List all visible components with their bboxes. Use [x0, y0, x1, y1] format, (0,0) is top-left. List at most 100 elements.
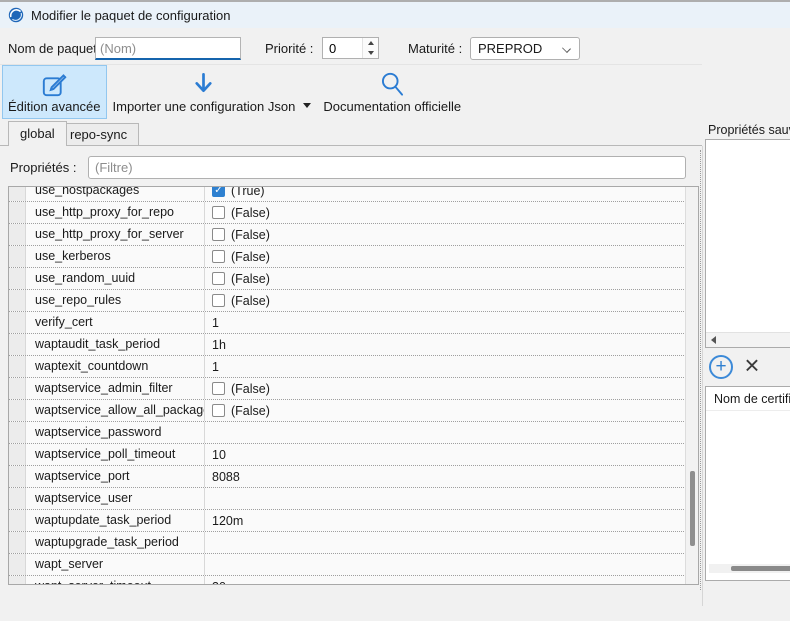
property-value-cell[interactable]: [205, 554, 698, 575]
certificate-list[interactable]: Nom de certificat: [705, 386, 790, 581]
property-row[interactable]: use_hostpackages✓(True): [9, 186, 698, 202]
maturity-value: PREPROD: [478, 41, 542, 56]
priority-down-button[interactable]: [363, 48, 378, 58]
property-value: (False): [231, 272, 270, 286]
property-value-cell[interactable]: 10: [205, 444, 698, 465]
property-value-cell[interactable]: (False): [205, 246, 698, 267]
documentation-label: Documentation officielle: [323, 99, 461, 114]
property-row[interactable]: waptservice_password: [9, 422, 698, 444]
checkbox-unchecked-icon[interactable]: [212, 272, 225, 285]
delete-certificate-button[interactable]: ×: [741, 352, 763, 378]
property-value: 120m: [212, 514, 243, 528]
property-value: 30: [212, 580, 226, 586]
checkbox-unchecked-icon[interactable]: [212, 228, 225, 241]
property-value: (False): [231, 250, 270, 264]
import-dropdown-arrow-icon[interactable]: [303, 103, 311, 108]
property-name: waptexit_countdown: [26, 356, 205, 377]
scroll-left-arrow-icon[interactable]: [711, 336, 716, 344]
property-row[interactable]: use_kerberos(False): [9, 246, 698, 268]
property-row[interactable]: verify_cert1: [9, 312, 698, 334]
pencil-icon: [41, 69, 68, 99]
property-row[interactable]: use_random_uuid(False): [9, 268, 698, 290]
grid-vertical-scrollbar[interactable]: [685, 187, 698, 584]
property-row[interactable]: waptservice_allow_all_packages(False): [9, 400, 698, 422]
property-row[interactable]: waptservice_user: [9, 488, 698, 510]
property-value-cell[interactable]: (False): [205, 400, 698, 421]
property-value-cell[interactable]: (False): [205, 224, 698, 245]
priority-spinner[interactable]: [322, 37, 379, 59]
property-name: wapt_server: [26, 554, 205, 575]
package-name-input[interactable]: [95, 37, 241, 60]
property-name: waptservice_admin_filter: [26, 378, 205, 399]
import-json-button[interactable]: Importer une configuration Json: [107, 65, 302, 119]
checkbox-unchecked-icon[interactable]: [212, 382, 225, 395]
row-indicator: [9, 246, 26, 267]
property-value: (False): [231, 294, 270, 308]
tab-page-right-border: [702, 146, 703, 606]
saved-properties-list[interactable]: [705, 139, 790, 348]
property-value-cell[interactable]: [205, 488, 698, 509]
properties-filter-input[interactable]: [88, 156, 686, 179]
row-indicator: [9, 466, 26, 487]
tab-page-border: [0, 145, 702, 146]
properties-grid[interactable]: use_hostpackages✓(True)use_http_proxy_fo…: [8, 186, 699, 585]
property-value: 1: [212, 360, 219, 374]
advanced-edit-button[interactable]: Édition avancée: [2, 65, 107, 119]
property-row[interactable]: waptservice_admin_filter(False): [9, 378, 698, 400]
property-value-cell[interactable]: (False): [205, 290, 698, 311]
certificate-horizontal-scrollbar[interactable]: [709, 564, 790, 573]
property-row[interactable]: use_http_proxy_for_repo(False): [9, 202, 698, 224]
saved-list-horizontal-scrollbar[interactable]: [706, 332, 790, 347]
property-row[interactable]: use_repo_rules (False): [9, 290, 698, 312]
property-value: (False): [231, 206, 270, 220]
property-row[interactable]: waptservice_port8088: [9, 466, 698, 488]
row-indicator: [9, 444, 26, 465]
property-row[interactable]: waptupgrade_task_period: [9, 532, 698, 554]
property-value-cell[interactable]: [205, 532, 698, 553]
property-row[interactable]: wapt_server_timeout30: [9, 576, 698, 585]
property-row[interactable]: waptaudit_task_period1h: [9, 334, 698, 356]
checkbox-checked-icon[interactable]: ✓: [212, 186, 225, 197]
property-value-cell[interactable]: 8088: [205, 466, 698, 487]
property-value-cell[interactable]: 30: [205, 576, 698, 585]
row-indicator: [9, 532, 26, 553]
add-certificate-button[interactable]: +: [709, 355, 733, 379]
priority-input[interactable]: [323, 38, 362, 58]
grid-scrollbar-thumb[interactable]: [690, 471, 695, 546]
property-row[interactable]: wapt_server: [9, 554, 698, 576]
row-indicator: [9, 290, 26, 311]
property-row[interactable]: waptupdate_task_period120m: [9, 510, 698, 532]
tab-global-label: global: [20, 126, 55, 141]
property-value-cell[interactable]: 1h: [205, 334, 698, 355]
property-value: 1: [212, 316, 219, 330]
panel-splitter[interactable]: [700, 150, 701, 590]
property-value-cell[interactable]: 1: [205, 356, 698, 377]
maturity-dropdown[interactable]: PREPROD: [470, 37, 580, 60]
property-value-cell[interactable]: (False): [205, 268, 698, 289]
property-value-cell[interactable]: [205, 422, 698, 443]
property-name: use_repo_rules: [26, 290, 205, 311]
tab-global[interactable]: global: [8, 121, 67, 146]
checkbox-unchecked-icon[interactable]: [212, 404, 225, 417]
property-value-cell[interactable]: (False): [205, 378, 698, 399]
row-indicator: [9, 334, 26, 355]
property-row[interactable]: waptservice_poll_timeout10: [9, 444, 698, 466]
row-indicator: [9, 488, 26, 509]
property-value-cell[interactable]: (False): [205, 202, 698, 223]
tab-repo-sync[interactable]: repo-sync: [58, 123, 139, 145]
priority-up-button[interactable]: [363, 38, 378, 48]
checkbox-unchecked-icon[interactable]: [212, 206, 225, 219]
property-value-cell[interactable]: 1: [205, 312, 698, 333]
property-value-cell[interactable]: ✓(True): [205, 186, 698, 201]
advanced-edit-label: Édition avancée: [8, 99, 101, 114]
checkbox-unchecked-icon[interactable]: [212, 294, 225, 307]
toolbar: Édition avancée Importer une configurati…: [0, 64, 702, 119]
property-row[interactable]: use_http_proxy_for_server(False): [9, 224, 698, 246]
row-indicator: [9, 554, 26, 575]
documentation-button[interactable]: Documentation officielle: [317, 65, 467, 119]
property-value: 8088: [212, 470, 240, 484]
property-value-cell[interactable]: 120m: [205, 510, 698, 531]
certificate-scrollbar-thumb[interactable]: [731, 566, 790, 571]
property-row[interactable]: waptexit_countdown 1: [9, 356, 698, 378]
checkbox-unchecked-icon[interactable]: [212, 250, 225, 263]
